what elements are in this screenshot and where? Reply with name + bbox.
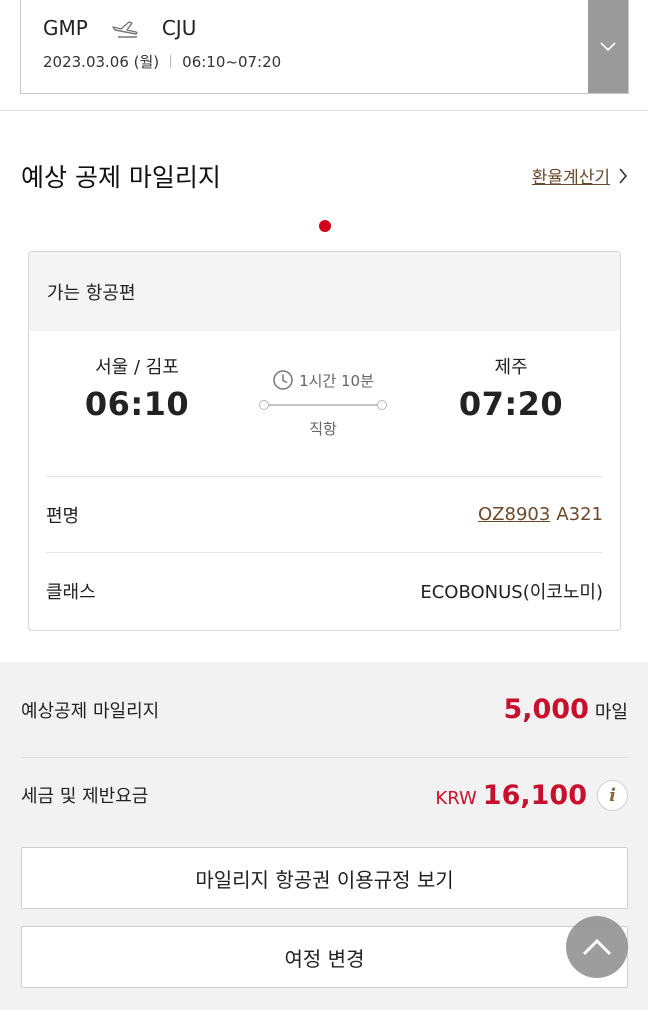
plane-icon: [110, 17, 140, 39]
route-line: [259, 400, 387, 410]
itinerary-card: 가는 항공편 서울 / 김포 06:10 1시간 10분 직항 제주 07:20…: [28, 251, 621, 631]
tax-amount: KRW 16,100 i: [435, 779, 628, 811]
flight-number-link[interactable]: OZ8903: [478, 504, 550, 525]
aircraft-type: A321: [556, 504, 603, 525]
flight-number-row: 편명 OZ8903 A321: [46, 476, 603, 552]
tax-row: 세금 및 제반요금 KRW 16,100 i: [21, 759, 628, 831]
info-icon[interactable]: i: [597, 779, 628, 811]
tax-label: 세금 및 제반요금: [21, 786, 149, 807]
date-time-line: 2023.03.06 (월) 06:10~07:20: [43, 51, 281, 72]
mileage-unit: 마일: [594, 702, 628, 723]
flight-leg: 서울 / 김포 06:10 1시간 10분 직항 제주 07:20: [29, 331, 620, 476]
mileage-row: 예상공제 마일리지 5,000 마일: [21, 662, 628, 758]
card-header: 가는 항공편: [29, 252, 620, 331]
exchange-calculator-label: 환율계산기: [531, 168, 610, 188]
arrival-city: 제주: [494, 357, 528, 378]
flight-duration-block: 1시간 10분 직항: [257, 369, 389, 439]
divider: [170, 55, 172, 68]
change-itinerary-button[interactable]: 여정 변경: [21, 926, 628, 988]
chevron-up-icon: [582, 938, 612, 956]
route: GMP CJU: [43, 16, 196, 40]
flight-number-value: OZ8903 A321: [478, 504, 603, 525]
flight-date: 2023.03.06 (월): [43, 53, 160, 71]
section-divider: [0, 110, 648, 111]
chevron-down-icon: [600, 41, 616, 51]
duration: 1시간 10분: [257, 369, 389, 391]
class-value: ECOBONUS(이코노미): [420, 581, 603, 603]
departure-time: 06:10: [84, 385, 190, 423]
stop-type: 직항: [309, 420, 337, 438]
chevron-right-icon: [619, 167, 628, 184]
departure-city: 서울 / 김포: [95, 357, 179, 378]
tax-value: 16,100: [482, 779, 587, 811]
mileage-ticket-rules-button[interactable]: 마일리지 항공권 이용규정 보기: [21, 847, 628, 909]
arrival: 제주 07:20: [421, 353, 601, 423]
origin-code: GMP: [43, 16, 88, 40]
pager-dot[interactable]: [319, 220, 331, 232]
class-row: 클래스 ECOBONUS(이코노미): [46, 552, 603, 628]
flight-number-label: 편명: [46, 505, 80, 527]
tax-currency: KRW: [435, 787, 477, 809]
departure: 서울 / 김포 06:10: [47, 353, 227, 423]
mileage-value: 5,000: [503, 694, 589, 725]
page-title: 예상 공제 마일리지: [21, 163, 221, 192]
class-label: 클래스: [46, 581, 96, 603]
mileage-amount: 5,000 마일: [503, 694, 628, 725]
exchange-calculator-link[interactable]: 환율계산기: [532, 163, 628, 188]
time-range: 06:10~07:20: [182, 52, 282, 71]
scroll-to-top-button[interactable]: [566, 916, 628, 978]
destination-code: CJU: [161, 16, 197, 40]
mileage-label: 예상공제 마일리지: [21, 700, 160, 722]
duration-text: 1시간 10분: [299, 371, 374, 390]
flight-summary-card[interactable]: GMP CJU 2023.03.06 (월) 06:10~07:20: [20, 0, 629, 94]
clock-icon: [273, 370, 293, 390]
summary-panel: 예상공제 마일리지 5,000 마일 세금 및 제반요금 KRW 16,100 …: [0, 662, 648, 1010]
expand-toggle-button[interactable]: [588, 0, 628, 93]
arrival-time: 07:20: [458, 385, 564, 423]
